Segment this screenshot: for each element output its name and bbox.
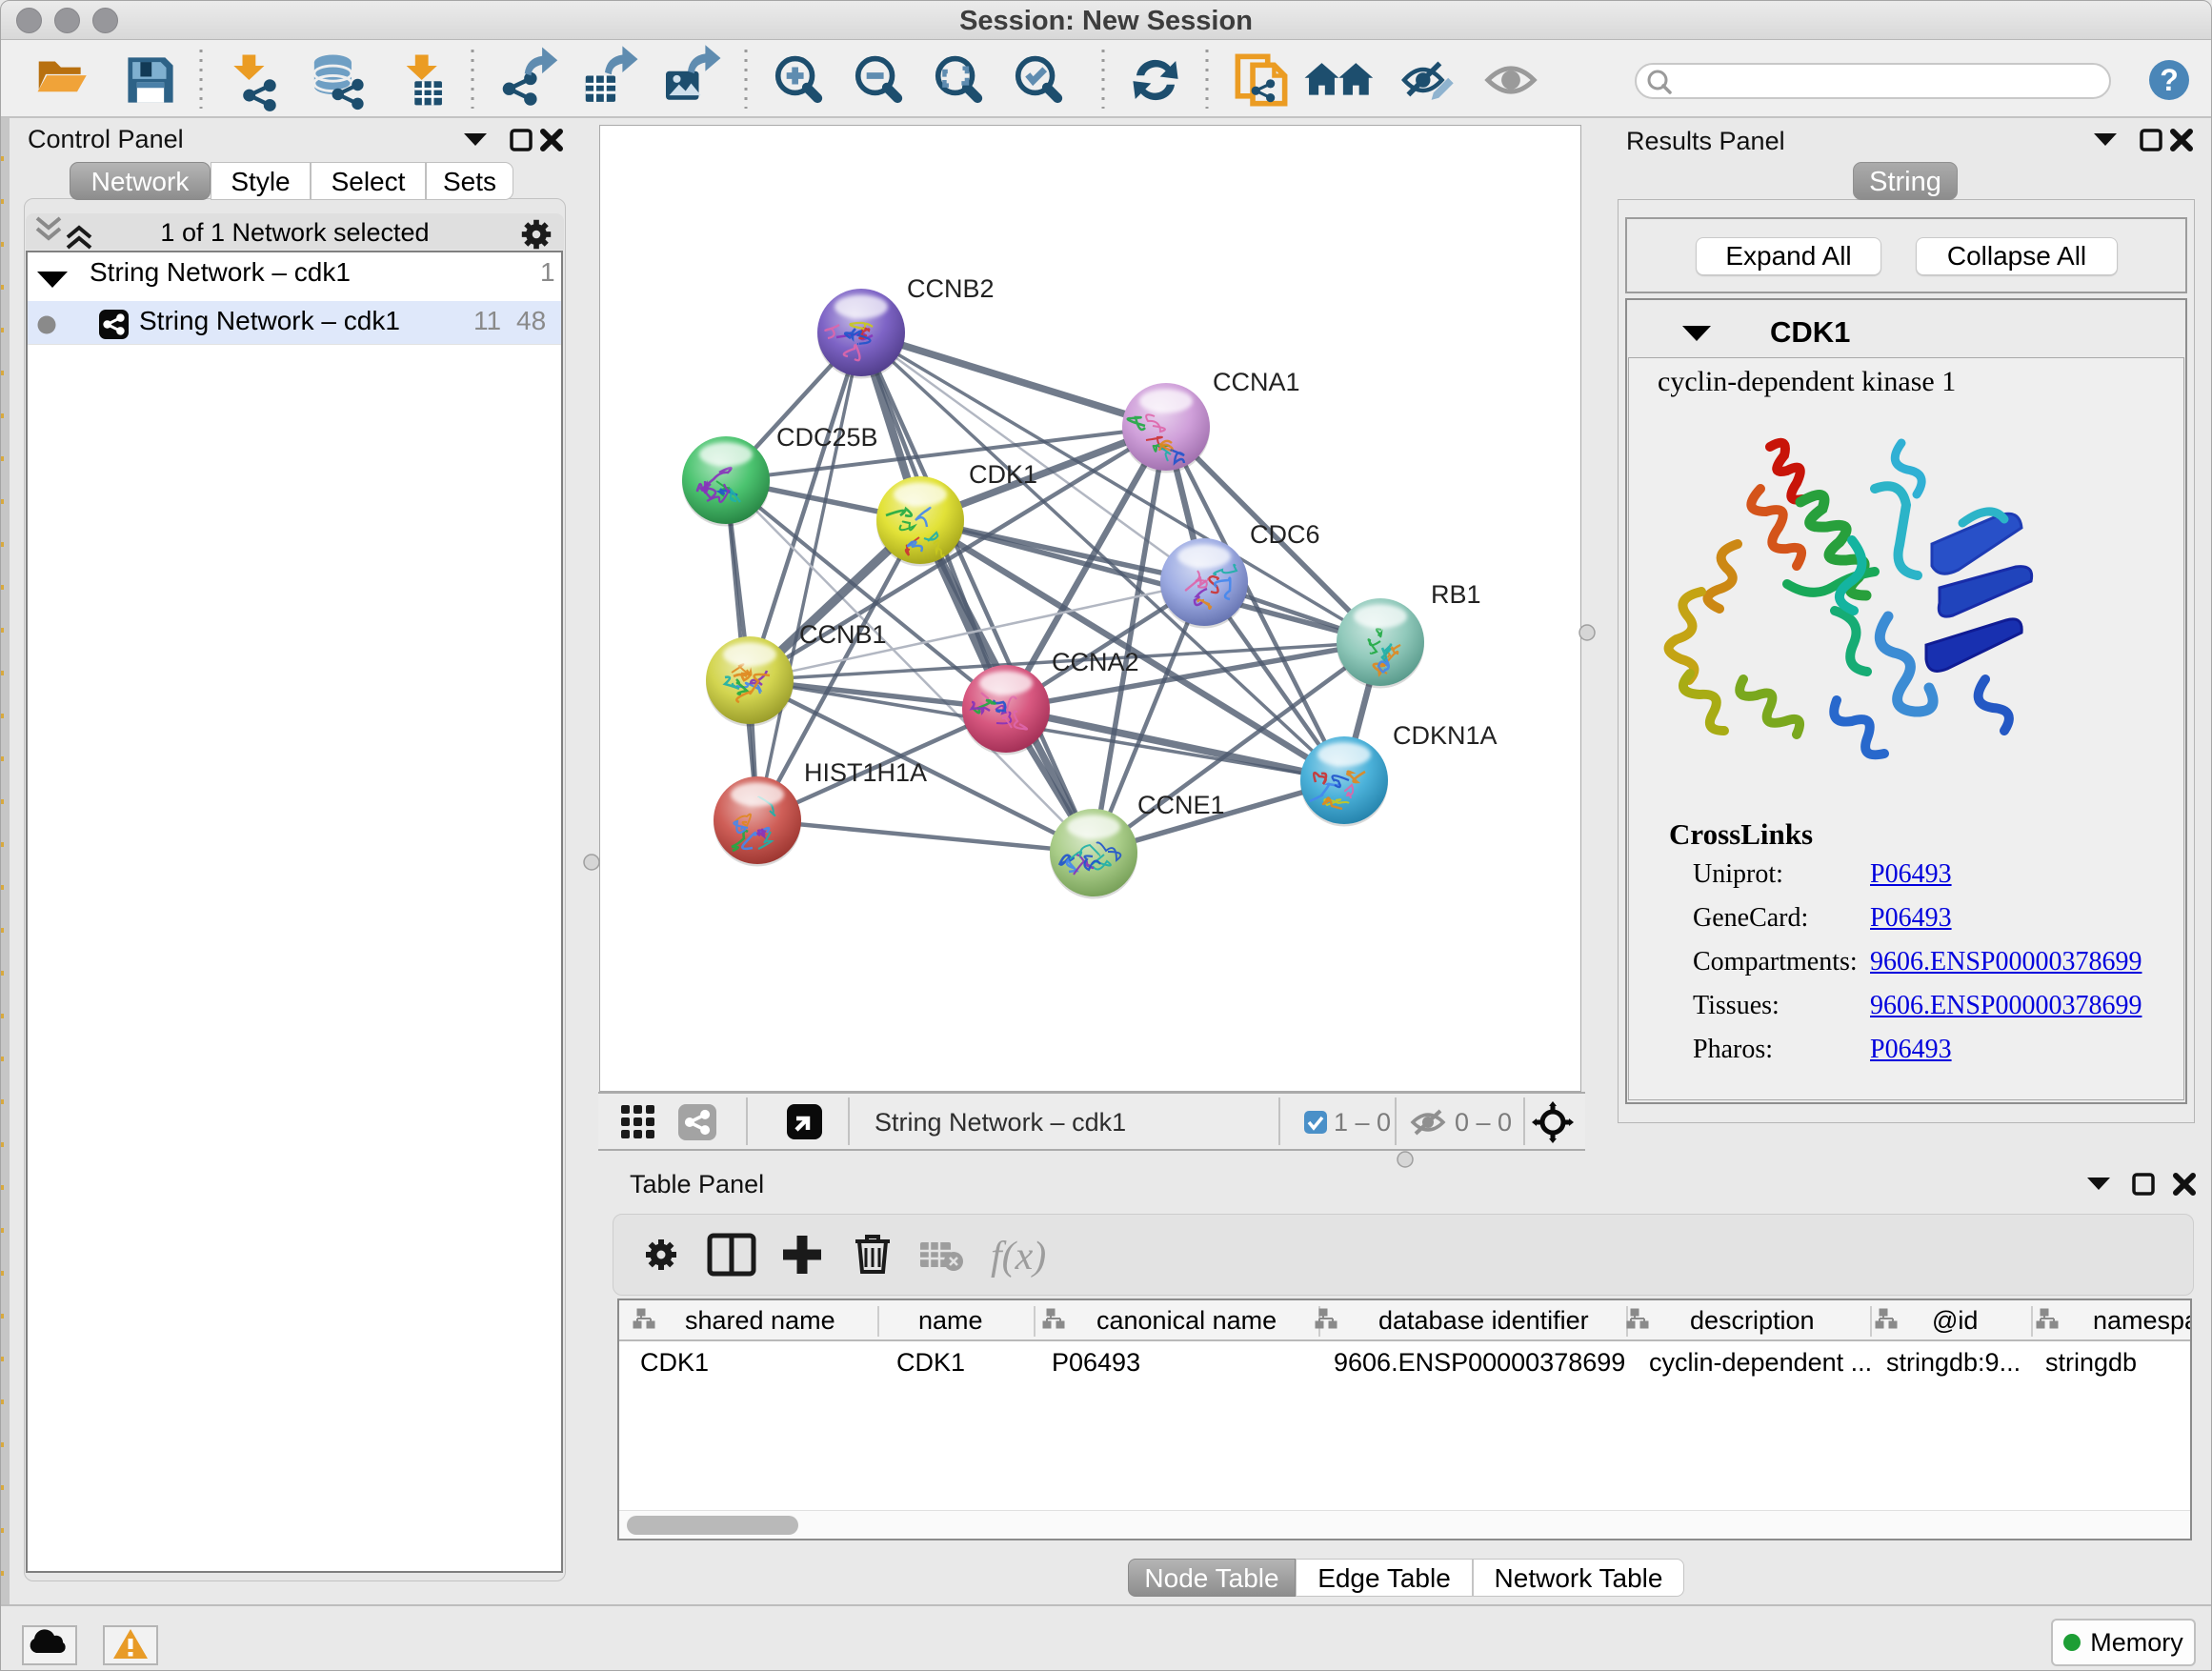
svg-text:f(x): f(x) — [991, 1235, 1046, 1278]
